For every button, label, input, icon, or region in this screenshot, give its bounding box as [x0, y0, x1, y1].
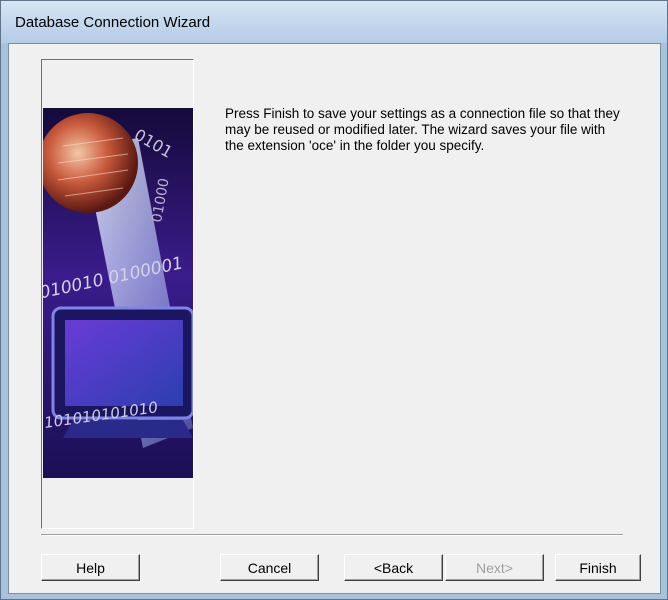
button-divider	[41, 534, 623, 536]
wizard-image-panel: 0101 01000 010010 0100001 101010101010	[41, 59, 194, 529]
help-button[interactable]: Help	[41, 554, 140, 581]
back-button[interactable]: <Back	[344, 554, 443, 581]
wizard-message: Press Finish to save your settings as a …	[225, 106, 620, 153]
window-title: Database Connection Wizard	[15, 14, 211, 31]
cancel-button[interactable]: Cancel	[220, 554, 319, 581]
finish-button[interactable]: Finish	[555, 554, 641, 581]
wizard-body: 0101 01000 010010 0100001 101010101010 P…	[8, 43, 661, 594]
next-button: Next>	[445, 554, 544, 581]
monitor-screen	[65, 320, 183, 406]
wizard-window: Database Connection Wizard 0101 01000 01…	[0, 0, 668, 600]
title-bar[interactable]: Database Connection Wizard	[1, 1, 667, 43]
wizard-illustration: 0101 01000 010010 0100001 101010101010	[43, 108, 193, 478]
